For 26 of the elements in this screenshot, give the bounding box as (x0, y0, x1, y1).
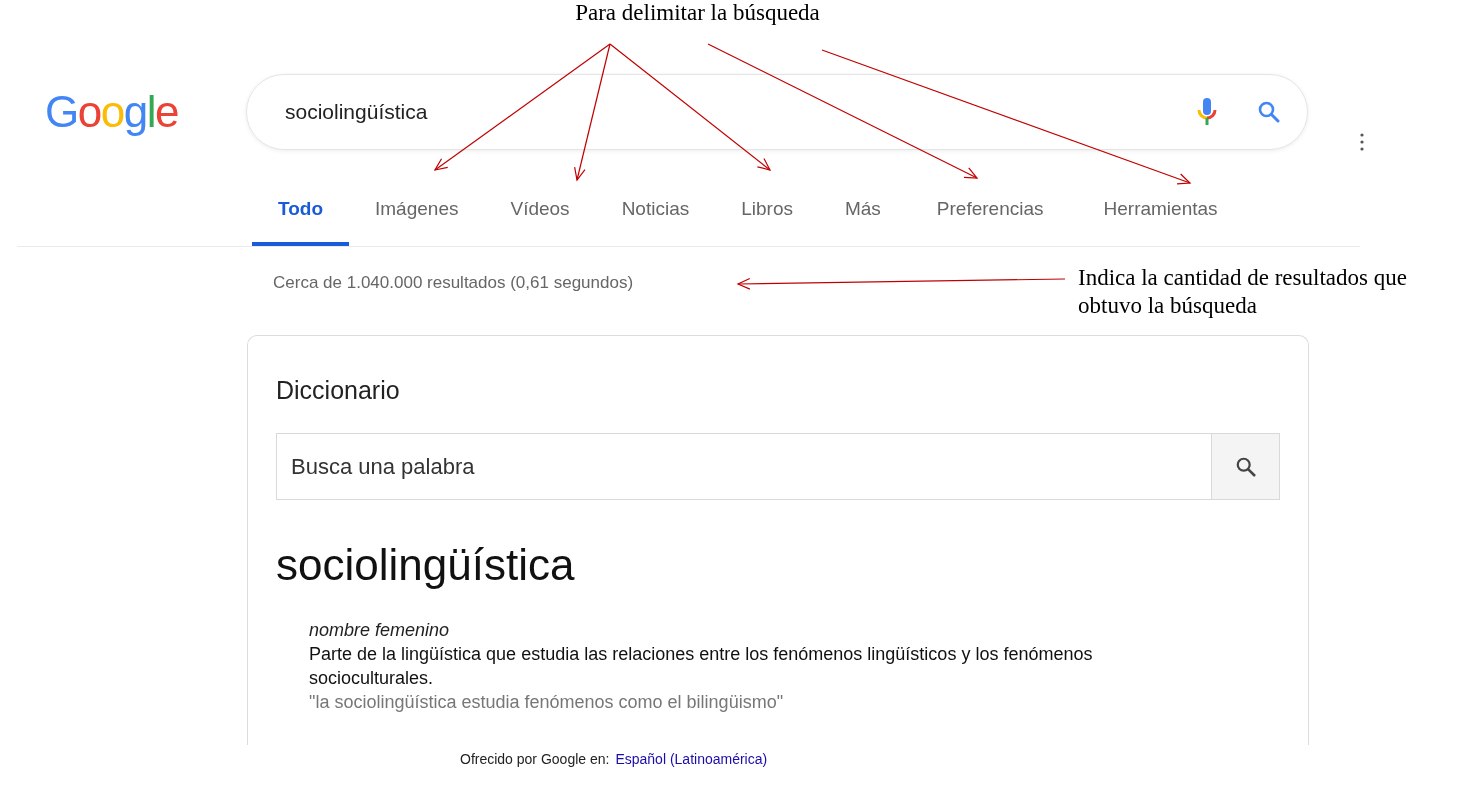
search-tab[interactable]: Libros (715, 198, 819, 246)
search-tab[interactable]: Vídeos (484, 198, 596, 246)
word-search-field[interactable]: Busca una palabra (276, 433, 1212, 500)
headword: sociolingüística (276, 540, 576, 590)
search-field[interactable]: sociolingüística (283, 99, 1197, 125)
language-link[interactable]: Español (Latinoamérica) (615, 751, 768, 767)
more-options-icon[interactable] (1360, 133, 1364, 151)
search-tab[interactable]: Noticias (595, 198, 716, 246)
logo[interactable]: Google (45, 87, 246, 137)
annotation-note: Indica la cantidad de resultados que obtuvo la búsqueda (1078, 264, 1408, 320)
search-tab[interactable]: Imágenes (349, 198, 485, 246)
search-icon (1234, 455, 1257, 478)
search-tab[interactable]: Más (818, 198, 907, 246)
search-tab[interactable]: Herramientas (1077, 198, 1244, 246)
card-title: Diccionario (276, 376, 401, 405)
result-stats: Cerca de 1.040.000 resultados (0,61 segundos) (273, 273, 634, 294)
source-note: Ofrecido por Google en: (460, 751, 610, 767)
search-tab[interactable]: Todo (252, 198, 349, 246)
search-button[interactable] (1212, 433, 1280, 500)
microphone-icon[interactable] (1197, 97, 1217, 127)
annotation-title: Para delimitar la búsqueda (575, 0, 820, 27)
definition: Parte de la lingüística que estudia las relaciones entre los fenómenos lingüísticos y los fenómenos socioculturales. (309, 643, 1094, 690)
search-tab[interactable]: Preferencias (910, 198, 1070, 246)
search-icon[interactable] (1257, 100, 1281, 124)
usage-example: "la sociolingüística estudia fenómenos como el bilingüismo" (309, 691, 785, 714)
part-of-speech: nombre femenino (309, 619, 451, 642)
